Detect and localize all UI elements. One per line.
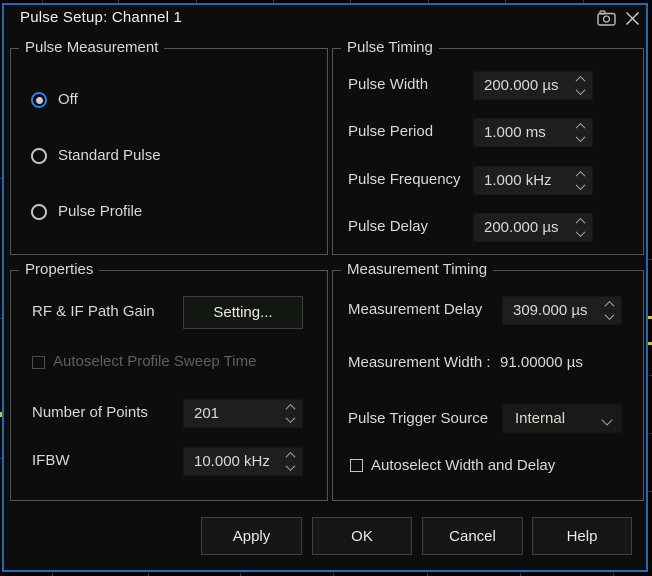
cancel-button[interactable]: Cancel: [422, 517, 523, 555]
pulse-trigger-source-value[interactable]: Internal: [503, 410, 565, 427]
spin-down-icon[interactable]: [575, 227, 585, 237]
radio-standard-pulse[interactable]: [31, 148, 47, 164]
group-title-pulse-measurement: Pulse Measurement: [19, 39, 164, 56]
trace-marker: [648, 342, 652, 345]
pulse-delay-field[interactable]: 200.000 µs: [473, 213, 593, 242]
pulse-period-label: Pulse Period: [348, 122, 433, 142]
ifbw-label: IFBW: [32, 451, 70, 471]
apply-button[interactable]: Apply: [201, 517, 302, 555]
ifbw-field[interactable]: 10.000 kHz: [183, 447, 303, 476]
radio-standard-pulse-label[interactable]: Standard Pulse: [58, 146, 161, 166]
close-icon: [625, 11, 640, 26]
measurement-delay-label: Measurement Delay: [348, 300, 482, 320]
screen: Pulse Setup: Channel 1 Pulse Measurement…: [0, 0, 652, 576]
autoselect-width-delay-checkbox[interactable]: [350, 459, 363, 472]
pulse-frequency-label: Pulse Frequency: [348, 170, 461, 190]
rf-if-path-gain-label: RF & IF Path Gain: [32, 302, 155, 322]
pulse-width-label: Pulse Width: [348, 75, 428, 95]
ifbw-value[interactable]: 10.000 kHz: [184, 453, 270, 470]
radio-off-label[interactable]: Off: [58, 90, 78, 110]
pulse-width-value[interactable]: 200.000 µs: [474, 77, 559, 94]
measurement-width-label: Measurement Width :: [348, 353, 491, 373]
screenshot-button[interactable]: [596, 8, 616, 28]
pulse-trigger-source-dropdown[interactable]: Internal: [502, 404, 622, 433]
number-of-points-field[interactable]: 201: [183, 399, 303, 428]
measurement-delay-value[interactable]: 309.000 µs: [503, 302, 588, 319]
spin-down-icon[interactable]: [575, 180, 585, 190]
group-title-pulse-timing: Pulse Timing: [341, 39, 439, 56]
measurement-width-value: 91.00000 µs: [500, 353, 583, 373]
autoselect-profile-sweep-time-label: Autoselect Profile Sweep Time: [53, 352, 256, 372]
spin-down-icon[interactable]: [604, 310, 614, 320]
group-title-measurement-timing: Measurement Timing: [341, 261, 493, 278]
pulse-frequency-field[interactable]: 1.000 kHz: [473, 166, 593, 195]
group-title-properties: Properties: [19, 261, 99, 278]
spin-down-icon[interactable]: [285, 461, 295, 471]
spin-down-icon[interactable]: [285, 413, 295, 423]
trace-marker: [648, 316, 652, 319]
measurement-delay-field[interactable]: 309.000 µs: [502, 296, 622, 325]
spin-down-icon[interactable]: [575, 85, 585, 95]
radio-pulse-profile-label[interactable]: Pulse Profile: [58, 202, 142, 222]
autoselect-width-delay-label[interactable]: Autoselect Width and Delay: [371, 456, 555, 476]
spin-down-icon[interactable]: [575, 132, 585, 142]
close-button[interactable]: [622, 8, 642, 28]
autoselect-profile-sweep-time-checkbox[interactable]: [32, 356, 45, 369]
pulse-width-field[interactable]: 200.000 µs: [473, 71, 593, 100]
pulse-delay-value[interactable]: 200.000 µs: [474, 219, 559, 236]
number-of-points-label: Number of Points: [32, 403, 148, 423]
dialog-title: Pulse Setup: Channel 1: [20, 9, 182, 26]
number-of-points-value[interactable]: 201: [184, 405, 219, 422]
radio-off[interactable]: [31, 92, 47, 108]
pulse-period-field[interactable]: 1.000 ms: [473, 118, 593, 147]
radio-pulse-profile[interactable]: [31, 204, 47, 220]
pulse-delay-label: Pulse Delay: [348, 217, 428, 237]
chevron-down-icon: [601, 414, 612, 425]
help-button[interactable]: Help: [532, 517, 632, 555]
pulse-period-value[interactable]: 1.000 ms: [474, 124, 546, 141]
pulse-frequency-value[interactable]: 1.000 kHz: [474, 172, 552, 189]
pulse-trigger-source-label: Pulse Trigger Source: [348, 409, 488, 429]
camera-icon: [597, 10, 616, 26]
setting-button[interactable]: Setting...: [183, 296, 303, 329]
ok-button[interactable]: OK: [312, 517, 412, 555]
